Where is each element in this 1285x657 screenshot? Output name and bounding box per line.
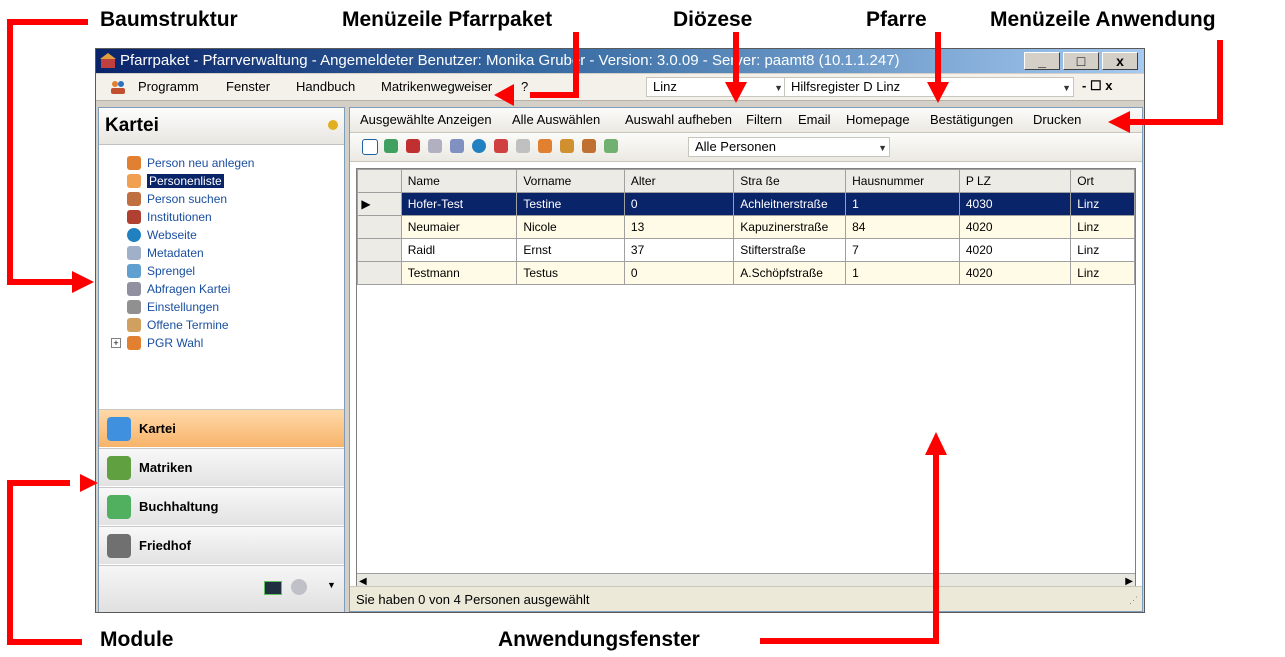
annotation-arrows bbox=[7, 19, 1223, 645]
arrow-lines bbox=[7, 19, 1223, 645]
arrow-heads bbox=[72, 82, 1130, 492]
